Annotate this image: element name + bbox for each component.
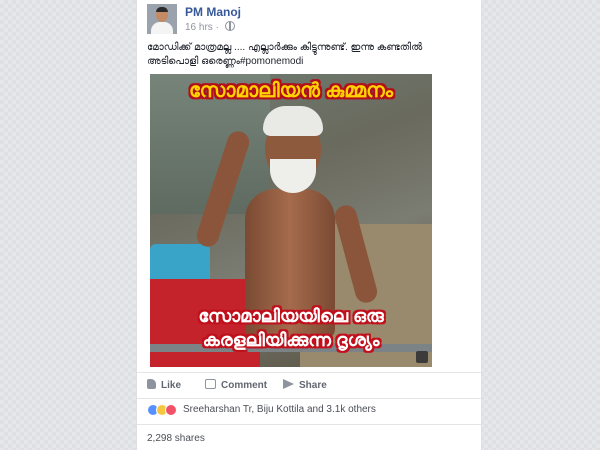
like-button[interactable]: Like — [147, 376, 181, 396]
divider — [137, 424, 481, 425]
reactions-summary[interactable]: Sreeharshan Tr, Biju Kottila and 3.1k ot… — [147, 403, 469, 419]
image-caption-line-2: കരളലിയിക്കുന്ന ദൃശ്യം — [202, 330, 380, 350]
image-caption-bottom: സോമാലിയയിലെ ഒരു കരളലിയിക്കുന്ന ദൃശ്യം — [150, 304, 432, 352]
action-bar: Like Comment Share — [147, 376, 469, 396]
post-card: PM Manoj 16 hrs · മോഡിക്ക് മാത്രമല്ല ...… — [136, 0, 482, 450]
timestamp[interactable]: 16 hrs — [185, 22, 213, 33]
watermark-icon — [416, 351, 428, 363]
reactions-text[interactable]: Sreeharshan Tr, Biju Kottila and 3.1k ot… — [183, 404, 376, 415]
comment-icon — [205, 379, 216, 389]
like-label: Like — [161, 380, 182, 391]
avatar[interactable] — [147, 4, 177, 34]
image-caption-top: സോമാലിയൻ കുമ്മനം — [188, 80, 394, 102]
globe-icon — [224, 21, 235, 31]
post-text: മോഡിക്ക് മാത്രമല്ല .... എല്ലാർക്കും കിട്… — [147, 42, 423, 67]
comment-label: Comment — [221, 380, 268, 391]
love-reaction-icon — [165, 404, 177, 416]
image-caption-line-1: സോമാലിയയിലെ ഒരു — [198, 306, 384, 326]
comment-button[interactable]: Comment — [205, 376, 267, 396]
shares-count[interactable]: 2,298 shares — [147, 433, 205, 444]
divider — [137, 398, 481, 399]
share-arrow-icon — [283, 379, 294, 389]
post-image[interactable]: സോമാലിയൻ കുമ്മനം സോമാലിയയിലെ ഒരു കരളലിയി… — [150, 74, 432, 367]
post-meta: 16 hrs · — [185, 21, 235, 33]
thumbs-up-icon — [147, 379, 156, 389]
post-header: PM Manoj 16 hrs · — [147, 4, 467, 34]
divider — [137, 372, 481, 373]
share-button[interactable]: Share — [283, 376, 327, 396]
author-name[interactable]: PM Manoj — [185, 5, 241, 19]
share-label: Share — [299, 380, 327, 391]
